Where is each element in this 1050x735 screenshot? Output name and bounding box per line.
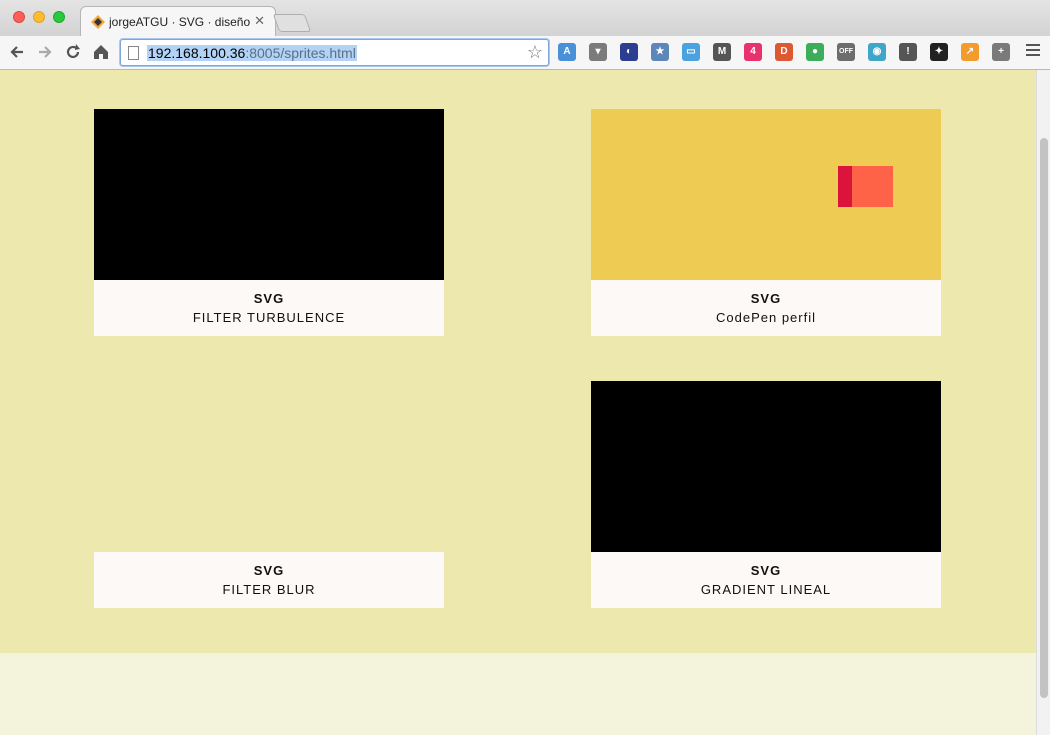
codepen-red-block <box>838 166 852 207</box>
new-tab-button[interactable] <box>272 14 312 32</box>
card-subtitle: CodePen perfil <box>716 310 816 325</box>
filter-blur-canvas <box>94 381 444 552</box>
forward-button[interactable] <box>34 41 56 63</box>
url-text[interactable]: 192.168.100.36:8005/sprites.html <box>147 45 357 61</box>
speed-icon[interactable]: ◐ <box>620 43 638 61</box>
card-filter-blur[interactable]: SVG FILTER BLUR <box>94 381 444 608</box>
reload-icon <box>66 44 80 59</box>
tab-strip: jorgeATGU · SVG · diseño c ✕ <box>0 0 1050 36</box>
card-gradient-lineal[interactable]: SVG GRADIENT LINEAL <box>591 381 941 608</box>
card-caption: SVG CodePen perfil <box>591 280 941 336</box>
leaf-icon[interactable]: ● <box>806 43 824 61</box>
card-filter-turbulence[interactable]: SVG FILTER TURBULENCE <box>94 109 444 336</box>
arrow-right-icon <box>39 46 52 58</box>
off-icon[interactable]: OFF <box>837 43 855 61</box>
duckduckgo-icon[interactable]: D <box>775 43 793 61</box>
scrollbar-thumb[interactable] <box>1040 138 1048 698</box>
window-icon[interactable]: ▭ <box>682 43 700 61</box>
card-title: SVG <box>253 563 285 578</box>
site-favicon-icon <box>91 15 105 29</box>
arrow-left-icon <box>10 46 23 58</box>
card-caption: SVG FILTER BLUR <box>94 552 444 608</box>
window-maximize-button[interactable] <box>53 11 65 23</box>
crosshair-icon[interactable]: + <box>992 43 1010 61</box>
window-minimize-button[interactable] <box>33 11 45 23</box>
window-close-button[interactable] <box>13 11 25 23</box>
sprites-section: SVG FILTER TURBULENCE SVG CodePen perfil… <box>0 70 1036 653</box>
pocket-icon[interactable]: ▾ <box>589 43 607 61</box>
card-subtitle: GRADIENT LINEAL <box>700 582 832 597</box>
robot-icon[interactable]: ◉ <box>868 43 886 61</box>
codepen-canvas <box>591 109 941 280</box>
tab-title: jorgeATGU · SVG · diseño c <box>109 15 254 29</box>
page-viewport: SVG FILTER TURBULENCE SVG CodePen perfil… <box>0 70 1036 735</box>
m-icon[interactable]: M <box>713 43 731 61</box>
browser-window: jorgeATGU · SVG · diseño c ✕ 192.168.100… <box>0 0 1050 735</box>
address-bar[interactable]: 192.168.100.36:8005/sprites.html ☆ <box>120 39 549 66</box>
home-icon <box>94 45 108 59</box>
back-button[interactable] <box>6 41 28 63</box>
ninja-icon[interactable]: ✦ <box>930 43 948 61</box>
card-subtitle: FILTER BLUR <box>222 582 316 597</box>
card-title: SVG <box>750 291 782 306</box>
card-title: SVG <box>750 563 782 578</box>
gradient-lineal-canvas <box>591 381 941 552</box>
card-codepen-perfil[interactable]: SVG CodePen perfil <box>591 109 941 336</box>
card-subtitle: FILTER TURBULENCE <box>192 310 346 325</box>
card-title: SVG <box>253 291 285 306</box>
bookmark-star-icon[interactable]: ★ <box>651 43 669 61</box>
translate-icon[interactable]: A <box>558 43 576 61</box>
page-icon <box>128 46 139 60</box>
card-caption: SVG GRADIENT LINEAL <box>591 552 941 608</box>
url-host: 192.168.100.36 <box>148 45 246 61</box>
url-path: :8005/sprites.html <box>245 45 356 61</box>
tab-active[interactable]: jorgeATGU · SVG · diseño c ✕ <box>80 6 276 36</box>
home-button[interactable] <box>90 41 112 63</box>
card-caption: SVG FILTER TURBULENCE <box>94 280 444 336</box>
vertical-scrollbar[interactable] <box>1036 70 1050 735</box>
browser-toolbar: 192.168.100.36:8005/sprites.html ☆ A ▾ ◐ ★ ▭… <box>0 36 1050 70</box>
tab-close-icon[interactable]: ✕ <box>254 13 265 29</box>
stairs-icon[interactable]: 4 <box>744 43 762 61</box>
info-icon[interactable]: ! <box>899 43 917 61</box>
codepen-orange-block <box>852 166 893 207</box>
star-icon[interactable]: ☆ <box>527 42 543 63</box>
filter-turbulence-canvas <box>94 109 444 280</box>
chart-icon[interactable]: ↗ <box>961 43 979 61</box>
menu-icon[interactable] <box>1026 44 1040 60</box>
reload-button[interactable] <box>62 41 84 63</box>
